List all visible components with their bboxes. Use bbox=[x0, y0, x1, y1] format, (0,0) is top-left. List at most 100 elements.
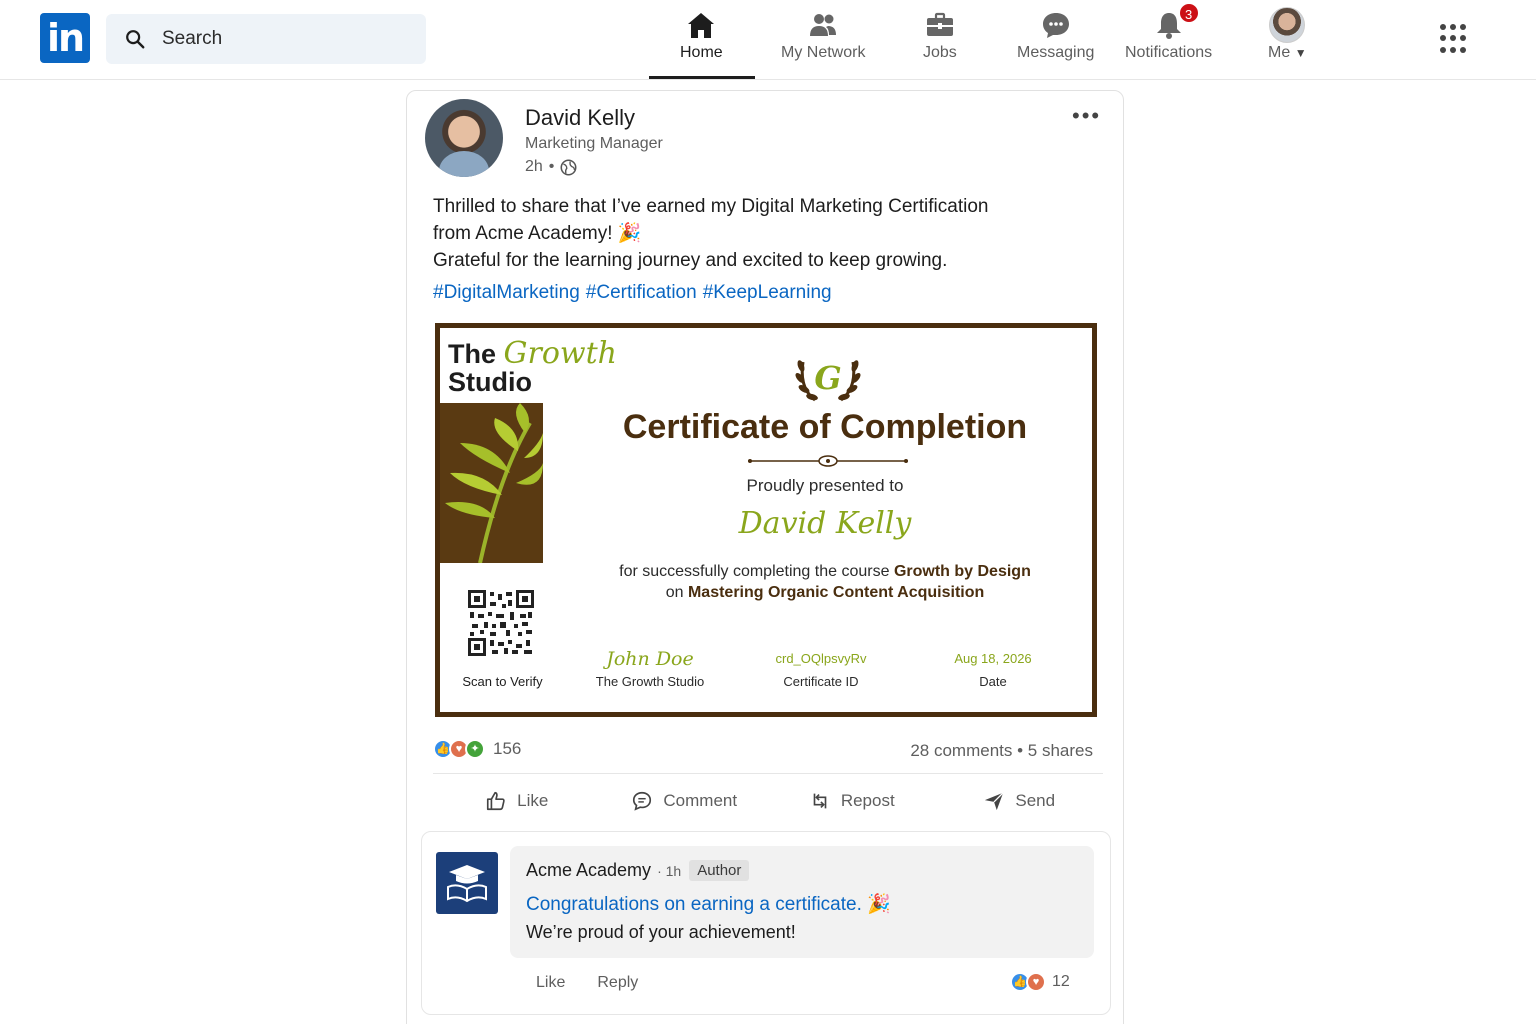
laurel-emblem-icon: G bbox=[795, 359, 861, 402]
divider bbox=[433, 773, 1103, 774]
qr-code bbox=[468, 590, 534, 656]
search-icon bbox=[126, 30, 145, 49]
search-input[interactable] bbox=[162, 28, 392, 50]
nav-jobs[interactable]: Jobs bbox=[923, 8, 957, 72]
nav-notifications-label: Notifications bbox=[1125, 44, 1213, 61]
comment-bubble: Acme Academy · 1h Author Congratulations… bbox=[510, 846, 1094, 958]
reactions-summary[interactable]: 👍 ♥ ✦ 156 bbox=[433, 739, 521, 759]
comment-header: Acme Academy · 1h Author bbox=[526, 860, 750, 881]
course-description: for successfully completing the course G… bbox=[570, 561, 1080, 603]
presented-to-text: Proudly presented to bbox=[746, 476, 904, 495]
post-card: David Kelly Marketing Manager 2h • ••• T… bbox=[406, 90, 1124, 1024]
acme-academy-logo[interactable] bbox=[436, 852, 498, 914]
comment-text-line: Congratulations on earning a certificate… bbox=[526, 894, 891, 915]
hashtags: #DigitalMarketing #Certification #KeepLear… bbox=[433, 282, 838, 304]
recipient-name: David Kelly bbox=[738, 506, 912, 541]
nav-messaging-label: Messaging bbox=[1017, 44, 1095, 61]
certificate-date: Aug 18, 2026 bbox=[954, 651, 1032, 666]
search-box[interactable] bbox=[106, 14, 426, 64]
me-avatar bbox=[1269, 7, 1306, 43]
chat-icon bbox=[1042, 13, 1069, 38]
comment-reply-button[interactable]: Reply bbox=[597, 974, 638, 992]
certificate-id-label: Certificate ID bbox=[783, 674, 859, 689]
like-button[interactable]: Like bbox=[433, 779, 601, 823]
comment-actions: Like Reply bbox=[536, 974, 638, 992]
network-icon bbox=[810, 14, 837, 36]
author-title: Marketing Manager bbox=[525, 135, 663, 152]
post-text-line: Thrilled to share that I’ve earned my Di… bbox=[433, 196, 989, 217]
engagement-stats: 28 comments • 5 shares bbox=[910, 741, 1093, 761]
course-topic: Mastering Organic Content Acquisition bbox=[687, 584, 985, 601]
comment-label: Comment bbox=[663, 791, 738, 810]
comment-reaction-count: 12 bbox=[1052, 973, 1070, 990]
home-icon bbox=[688, 13, 715, 38]
send-button[interactable]: Send bbox=[936, 779, 1104, 823]
hashtag-link[interactable]: #KeepLearning bbox=[703, 282, 832, 303]
certificate-id-block: crd_OQlpsvyRv Certificate ID bbox=[746, 646, 896, 689]
commenter-name[interactable]: Acme Academy bbox=[526, 860, 651, 881]
post-text-line: Grateful for the learning journey and ex… bbox=[433, 250, 948, 271]
comment-like-button[interactable]: Like bbox=[536, 974, 565, 992]
comment-time: · 1h bbox=[657, 862, 682, 879]
cert-brand-studio: Studio bbox=[448, 367, 532, 397]
nav-me-row: Me ▼ bbox=[1268, 44, 1307, 62]
nav-jobs-label: Jobs bbox=[923, 44, 957, 61]
send-icon bbox=[985, 792, 1005, 811]
nav-home[interactable]: Home bbox=[680, 8, 723, 72]
hashtag-link[interactable]: #Certification bbox=[586, 282, 697, 303]
briefcase-icon bbox=[926, 12, 953, 36]
scan-to-verify: Scan to Verify bbox=[462, 674, 543, 689]
nav-me-label: Me bbox=[1268, 44, 1291, 61]
send-label: Send bbox=[1015, 791, 1056, 810]
leaf-illustration bbox=[440, 403, 543, 563]
comment-button[interactable]: Comment bbox=[601, 779, 769, 823]
top-nav: in Home My Network Jobs Messaging 3 Noti… bbox=[0, 0, 1536, 80]
signature-label: The Growth Studio bbox=[595, 674, 705, 689]
svg-text:G: G bbox=[814, 359, 841, 397]
nav-my-network[interactable]: My Network bbox=[781, 8, 865, 72]
nav-notifications[interactable]: 3 Notifications bbox=[1125, 2, 1213, 72]
repost-icon bbox=[813, 793, 827, 809]
cert-brand-the: The bbox=[448, 339, 497, 369]
repost-label: Repost bbox=[840, 791, 895, 810]
cert-brand-logo: The Growth Studio bbox=[448, 339, 617, 397]
dot-separator: • bbox=[548, 158, 555, 175]
active-tab-indicator bbox=[649, 76, 755, 79]
nav-my-network-label: My Network bbox=[781, 44, 866, 61]
author-name[interactable]: David Kelly bbox=[525, 105, 635, 131]
post-time: 2h bbox=[525, 158, 543, 175]
comments-count[interactable]: 28 comments bbox=[910, 741, 1012, 760]
course-prefix: for successfully completing the course bbox=[619, 563, 890, 580]
insightful-reaction-icon: ✦ bbox=[465, 739, 485, 759]
shares-count[interactable]: 5 shares bbox=[1028, 741, 1093, 760]
apps-grid-icon[interactable] bbox=[1440, 24, 1470, 54]
post-meta: 2h • bbox=[525, 158, 577, 176]
love-reaction-icon: ♥ bbox=[1026, 972, 1046, 992]
reaction-count: 156 bbox=[493, 739, 522, 758]
signature: John Doe bbox=[606, 648, 694, 670]
certificate-title: Certificate of Completion bbox=[622, 408, 1028, 446]
nav-messaging[interactable]: Messaging bbox=[1017, 8, 1094, 72]
cert-brand-growth: Growth bbox=[503, 336, 617, 371]
signature-block: John Doe The Growth Studio bbox=[575, 646, 725, 689]
chevron-down-icon: ▼ bbox=[1294, 46, 1307, 60]
author-avatar[interactable] bbox=[425, 99, 503, 177]
repost-button[interactable]: Repost bbox=[768, 779, 936, 823]
author-badge: Author bbox=[689, 860, 750, 881]
course-on: on bbox=[665, 584, 684, 601]
post-actions: Like Comment Repost Send bbox=[433, 779, 1103, 823]
comment-reactions[interactable]: 👍 ♥ 12 bbox=[1010, 972, 1070, 992]
linkedin-logo[interactable]: in bbox=[40, 13, 90, 63]
comment-item: Acme Academy · 1h Author Congratulations… bbox=[421, 831, 1111, 1015]
course-name: Growth by Design bbox=[893, 563, 1031, 580]
nav-me[interactable]: Me ▼ bbox=[1268, 7, 1307, 72]
notification-badge: 3 bbox=[1177, 2, 1200, 24]
globe-icon bbox=[560, 159, 577, 175]
nav-home-label: Home bbox=[680, 44, 723, 61]
comment-text-line: We’re proud of your achievement! bbox=[526, 922, 796, 942]
ornament-divider bbox=[748, 455, 908, 467]
post-text-line: from Acme Academy! 🎉 bbox=[433, 223, 642, 244]
certificate-image[interactable]: The Growth Studio Scan to Verify G Certi… bbox=[435, 323, 1097, 717]
more-options-icon[interactable]: ••• bbox=[1072, 103, 1101, 129]
hashtag-link[interactable]: #DigitalMarketing bbox=[433, 282, 580, 303]
